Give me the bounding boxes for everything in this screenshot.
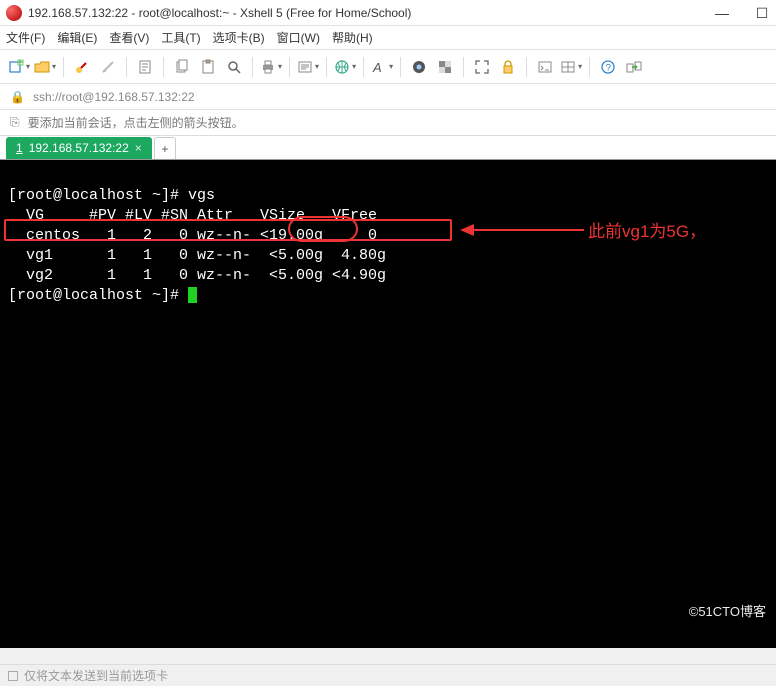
menu-tools[interactable]: 工具(T): [161, 29, 200, 46]
menu-tabs[interactable]: 选项卡(B): [213, 29, 265, 46]
maximize-button[interactable]: ☐: [752, 0, 772, 26]
toolbar-separator: [63, 57, 64, 77]
font-button[interactable]: A: [371, 55, 393, 79]
toolbar-separator: [589, 57, 590, 77]
find-button[interactable]: [223, 55, 245, 79]
add-session-icon[interactable]: ⎘: [10, 115, 20, 130]
print-button[interactable]: [260, 55, 282, 79]
menu-window[interactable]: 窗口(W): [277, 29, 320, 46]
toolbar-separator: [289, 57, 290, 77]
tip-bar: ⎘ 要添加当前会话，点击左侧的箭头按钮。: [0, 110, 776, 136]
session-tabs: 1 192.168.57.132:22 × +: [0, 136, 776, 160]
session-tab-active[interactable]: 1 192.168.57.132:22 ×: [6, 137, 152, 159]
watermark: ©51CTO博客: [689, 602, 766, 622]
status-bar: 仅将文本发送到当前选项卡: [0, 664, 776, 686]
annotation-text: 此前vg1为5G，: [588, 222, 706, 242]
toolbar-separator: [126, 57, 127, 77]
toolbar: A ?: [0, 50, 776, 84]
status-icon: [8, 671, 18, 681]
minimize-button[interactable]: —: [712, 0, 732, 26]
output-row: vg2 1 1 0 wz--n- <5.00g <4.90g: [8, 267, 386, 284]
tip-text: 要添加当前会话，点击左侧的箭头按钮。: [28, 114, 244, 131]
menu-view[interactable]: 查看(V): [109, 29, 149, 46]
new-tab-button[interactable]: +: [154, 137, 176, 159]
address-text[interactable]: ssh://root@192.168.57.132:22: [33, 90, 195, 104]
quick-command-button[interactable]: [534, 55, 556, 79]
lock-icon: 🔒: [10, 90, 25, 104]
color-scheme-button[interactable]: [408, 55, 430, 79]
connect-button[interactable]: [71, 55, 93, 79]
svg-text:?: ?: [606, 63, 612, 74]
help-button[interactable]: ?: [597, 55, 619, 79]
disconnect-button[interactable]: [97, 55, 119, 79]
annotation-box: [4, 219, 452, 241]
menu-help[interactable]: 帮助(H): [332, 29, 373, 46]
window-title-bar: 192.168.57.132:22 - root@localhost:~ - X…: [0, 0, 776, 26]
language-button[interactable]: [334, 55, 356, 79]
prompt-line: [root@localhost ~]#: [8, 287, 197, 304]
new-session-button[interactable]: [8, 55, 30, 79]
toolbar-separator: [363, 57, 364, 77]
prompt-line: [root@localhost ~]# vgs: [8, 187, 215, 204]
layout-button[interactable]: [560, 55, 582, 79]
status-text: 仅将文本发送到当前选项卡: [24, 667, 168, 684]
transparency-button[interactable]: [434, 55, 456, 79]
toolbar-separator: [326, 57, 327, 77]
address-bar: 🔒 ssh://root@192.168.57.132:22: [0, 84, 776, 110]
toolbar-separator: [463, 57, 464, 77]
toolbar-separator: [252, 57, 253, 77]
lock-button[interactable]: [497, 55, 519, 79]
encoding-button[interactable]: [297, 55, 319, 79]
paste-button[interactable]: [197, 55, 219, 79]
menu-edit[interactable]: 编辑(E): [57, 29, 97, 46]
toolbar-separator: [400, 57, 401, 77]
tab-close-icon[interactable]: ×: [135, 141, 142, 155]
window-title: 192.168.57.132:22 - root@localhost:~ - X…: [28, 6, 770, 20]
xftp-button[interactable]: [623, 55, 645, 79]
open-session-button[interactable]: [34, 55, 56, 79]
menu-bar: 文件(F) 编辑(E) 查看(V) 工具(T) 选项卡(B) 窗口(W) 帮助(…: [0, 26, 776, 50]
app-icon: [6, 5, 22, 21]
properties-button[interactable]: [134, 55, 156, 79]
toolbar-separator: [526, 57, 527, 77]
tab-index: 1: [16, 141, 23, 155]
fullscreen-button[interactable]: [471, 55, 493, 79]
annotation-oval: [288, 216, 358, 242]
svg-text:A: A: [372, 60, 382, 75]
cursor: [188, 287, 197, 303]
tab-label: 192.168.57.132:22: [29, 141, 129, 155]
terminal-area[interactable]: [root@localhost ~]# vgs VG #PV #LV #SN A…: [0, 160, 776, 648]
annotation-arrow: [460, 215, 584, 245]
copy-button[interactable]: [171, 55, 193, 79]
output-row-highlight: vg1 1 1 0 wz--n- <5.00g 4.80g: [8, 247, 386, 264]
menu-file[interactable]: 文件(F): [6, 29, 45, 46]
toolbar-separator: [163, 57, 164, 77]
